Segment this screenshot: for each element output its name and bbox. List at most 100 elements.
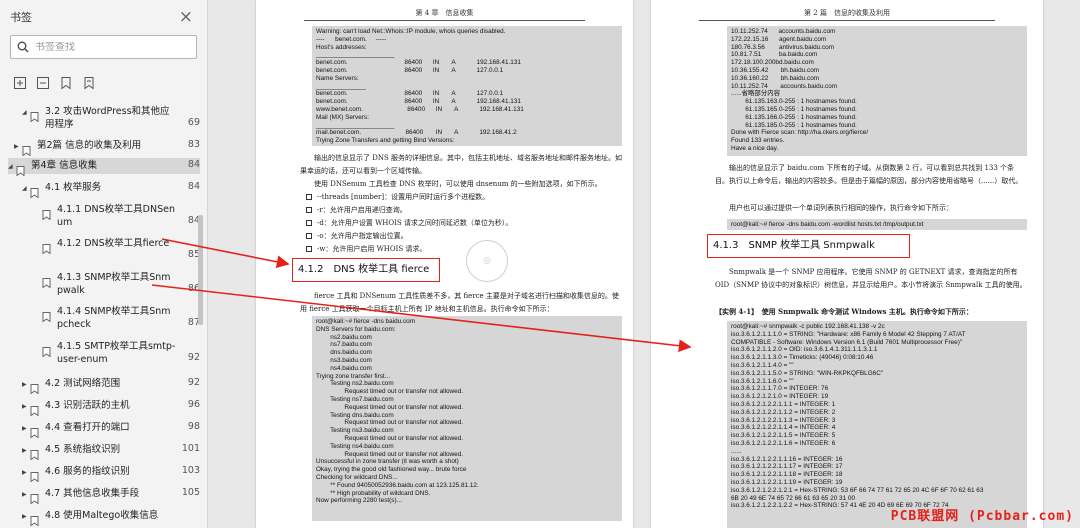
collapse-arrow-icon[interactable]: ▶ bbox=[22, 420, 30, 432]
toc-page-number: 83 bbox=[187, 139, 200, 150]
bookmark-icon bbox=[30, 104, 41, 126]
toc-label: 4.1.1 DNS枚举工具DNSenum bbox=[57, 204, 175, 228]
toc-item-selected[interactable]: ◢ 第4章 信息收集 84 bbox=[8, 158, 200, 177]
expand-all-icon[interactable] bbox=[13, 75, 27, 89]
list-item: -o：允许用户指定输出位置。 bbox=[306, 230, 622, 243]
toc-item[interactable]: ▶ 4.4 查看打开的端口 98 bbox=[22, 420, 200, 442]
toc-page-number: 86 bbox=[187, 283, 200, 294]
bookmark-options-icon[interactable] bbox=[82, 75, 96, 90]
toc-item[interactable]: 4.1.4 SNMP枚举工具Snmpcheck 87 bbox=[34, 304, 200, 331]
bookmark-icon bbox=[22, 138, 33, 160]
checkbox-bullet-icon bbox=[306, 194, 312, 200]
collapse-arrow-icon[interactable]: ▶ bbox=[22, 398, 30, 410]
toc-item[interactable]: ▶ 4.7 其他信息收集手段 105 bbox=[22, 486, 200, 508]
collapse-arrow-icon[interactable]: ▶ bbox=[22, 464, 30, 476]
bookmark-icon bbox=[30, 508, 41, 528]
toc-label: 4.2 测试网络范围 bbox=[45, 378, 121, 389]
code-block: root@kali:~# snmpwalk -c public 192.168.… bbox=[727, 321, 1027, 528]
toc-page-number: 103 bbox=[181, 465, 200, 476]
toc-item[interactable]: ▶ 4.2 测试网络范围 92 bbox=[22, 376, 200, 398]
sidebar-title: 书签 bbox=[10, 11, 32, 24]
toc-item[interactable]: 4.1.5 SMTP枚举工具smtp-user-enum 92 bbox=[34, 339, 200, 366]
toc-item[interactable]: 4.1.1 DNS枚举工具DNSenum 84 bbox=[34, 202, 200, 229]
sidebar-scrollbar[interactable] bbox=[198, 215, 203, 325]
toc-page-number: 105 bbox=[181, 487, 200, 498]
toc-page-number: 92 bbox=[187, 352, 200, 363]
bookmark-icon bbox=[30, 180, 41, 202]
collapse-arrow-icon[interactable]: ▶ bbox=[22, 376, 30, 388]
toc-item[interactable]: ▶ 第2篇 信息的收集及利用 83 bbox=[14, 138, 200, 160]
checkbox-bullet-icon bbox=[306, 233, 312, 239]
section-heading-fierce: 4.1.2 DNS 枚举工具 fierce bbox=[292, 258, 441, 282]
close-icon[interactable]: × bbox=[179, 8, 193, 26]
bookmark-icon bbox=[42, 339, 53, 361]
toc-item[interactable]: ▶ 4.6 服务的指纹识别 103 bbox=[22, 464, 200, 486]
bookmark-icon bbox=[30, 442, 41, 464]
bookmark-search-box[interactable] bbox=[10, 35, 197, 59]
expand-arrow-icon[interactable]: ◢ bbox=[22, 180, 30, 192]
document-page-right: 第 2 篇 信息的收集及利用 10.11.252.74 accounts.bai… bbox=[651, 0, 1043, 528]
toc-page-number: 96 bbox=[187, 399, 200, 410]
paragraph: 用户也可以通过提供一个单词列表执行相同的操作，执行命令如下所示： bbox=[729, 204, 953, 212]
toc-label: 4.1.4 SNMP枚举工具Snmpcheck bbox=[57, 306, 171, 330]
toc-page-number: 85 bbox=[187, 249, 200, 260]
checkbox-bullet-icon bbox=[306, 207, 312, 213]
collapse-arrow-icon[interactable]: ▶ bbox=[14, 138, 22, 150]
bookmark-tree: ◢ 3.2 攻击WordPress和其他应用程序 69 ▶ 第2篇 信息的收集及… bbox=[0, 96, 208, 528]
bookmark-icon bbox=[30, 420, 41, 442]
toc-item[interactable]: ▶ 4.8 使用Maltego收集信息 bbox=[22, 508, 200, 528]
toc-label: 4.1 枚举服务 bbox=[45, 182, 102, 193]
bookmark-icon bbox=[30, 376, 41, 398]
paragraph: 使用 DNSenum 工具检查 DNS 枚举时，可以使用 dnsenum 的一些… bbox=[314, 180, 602, 188]
collapse-arrow-icon[interactable]: ▶ bbox=[22, 442, 30, 454]
toc-page-number: 84 bbox=[187, 215, 200, 226]
paragraph: 输出的信息显示了 baidu.com 下所有的子域。从倒数第 2 行，可以看到总… bbox=[715, 164, 1023, 185]
code-block: 10.11.252.74 accounts.baidu.com 172.22.1… bbox=[727, 26, 1027, 156]
code-block: root@kali:~# fierce -dns baidu.com DNS S… bbox=[312, 316, 622, 521]
checkbox-bullet-icon bbox=[306, 220, 312, 226]
toc-item[interactable]: 4.1.2 DNS枚举工具fierce 85 bbox=[34, 236, 200, 260]
document-viewer[interactable]: 第 4 章 信息收集 Warning: can't load Net::Whoi… bbox=[208, 0, 1080, 528]
collapse-arrow-icon[interactable]: ▶ bbox=[22, 508, 30, 520]
add-bookmark-icon[interactable] bbox=[59, 75, 73, 90]
bookmark-icon bbox=[42, 304, 53, 326]
bookmark-toolbar bbox=[0, 70, 207, 94]
toc-label: 4.3 识别活跃的主机 bbox=[45, 400, 130, 411]
collapse-all-icon[interactable] bbox=[36, 75, 50, 89]
bookmark-icon bbox=[16, 158, 27, 180]
list-item: -r：允许用户启用递归查询。 bbox=[306, 204, 622, 217]
toc-item[interactable]: ◢ 3.2 攻击WordPress和其他应用程序 69 bbox=[22, 104, 200, 131]
toc-label: 4.6 服务的指纹识别 bbox=[45, 466, 130, 477]
search-icon bbox=[17, 41, 29, 53]
code-block: Warning: can't load Net::Whois::IP modul… bbox=[312, 26, 622, 146]
toc-label: 第2篇 信息的收集及利用 bbox=[37, 140, 142, 151]
paragraph: 输出的信息显示了 DNS 服务的详细信息。其中，包括主机地址、域名服务地址和邮件… bbox=[300, 154, 622, 175]
toc-label: 4.1.2 DNS枚举工具fierce bbox=[57, 238, 170, 249]
bookmark-icon bbox=[42, 202, 53, 224]
expand-arrow-icon[interactable]: ◢ bbox=[22, 104, 30, 116]
bookmark-sidebar: 书签 × ◢ bbox=[0, 0, 208, 528]
list-item: -w：允许用户启用 WHOIS 请求。 bbox=[306, 243, 622, 256]
toc-page-number: 101 bbox=[181, 443, 200, 454]
page-running-header: 第 4 章 信息收集 bbox=[304, 8, 585, 21]
checkbox-bullet-icon bbox=[306, 246, 312, 252]
bookmark-icon bbox=[30, 398, 41, 420]
example-label: 【实例 4-1】 使用 Snmpwalk 命令测试 Windows 主机。执行命… bbox=[715, 307, 973, 316]
page-running-header: 第 2 篇 信息的收集及利用 bbox=[699, 8, 995, 21]
toc-item[interactable]: ▶ 4.5 系统指纹识别 101 bbox=[22, 442, 200, 464]
expand-arrow-icon[interactable]: ◢ bbox=[8, 158, 16, 170]
toc-item[interactable]: 4.1.3 SNMP枚举工具Snmpwalk 86 bbox=[34, 270, 200, 297]
bookmark-icon bbox=[30, 464, 41, 486]
bookmark-search-input[interactable] bbox=[35, 41, 175, 53]
toc-page-number: 69 bbox=[187, 117, 200, 128]
section-heading-snmpwalk: 4.1.3 SNMP 枚举工具 Snmpwalk bbox=[707, 234, 910, 258]
command-line: root@kali:~# fierce -dns baidu.com -word… bbox=[727, 219, 1027, 230]
toc-item[interactable]: ◢ 4.1 枚举服务 84 bbox=[22, 180, 200, 202]
toc-label: 4.7 其他信息收集手段 bbox=[45, 488, 140, 499]
collapse-arrow-icon[interactable]: ▶ bbox=[22, 486, 30, 498]
list-item: --threads [number]：设置用户同时运行多个进程数。 bbox=[306, 191, 622, 204]
toc-item[interactable]: ▶ 4.3 识别活跃的主机 96 bbox=[22, 398, 200, 420]
paragraph: Snmpwalk 是一个 SNMP 应用程序。它使用 SNMP 的 GETNEX… bbox=[715, 268, 1027, 289]
sidebar-header: 书签 × bbox=[0, 0, 207, 34]
toc-label: 4.1.3 SNMP枚举工具Snmpwalk bbox=[57, 272, 171, 296]
